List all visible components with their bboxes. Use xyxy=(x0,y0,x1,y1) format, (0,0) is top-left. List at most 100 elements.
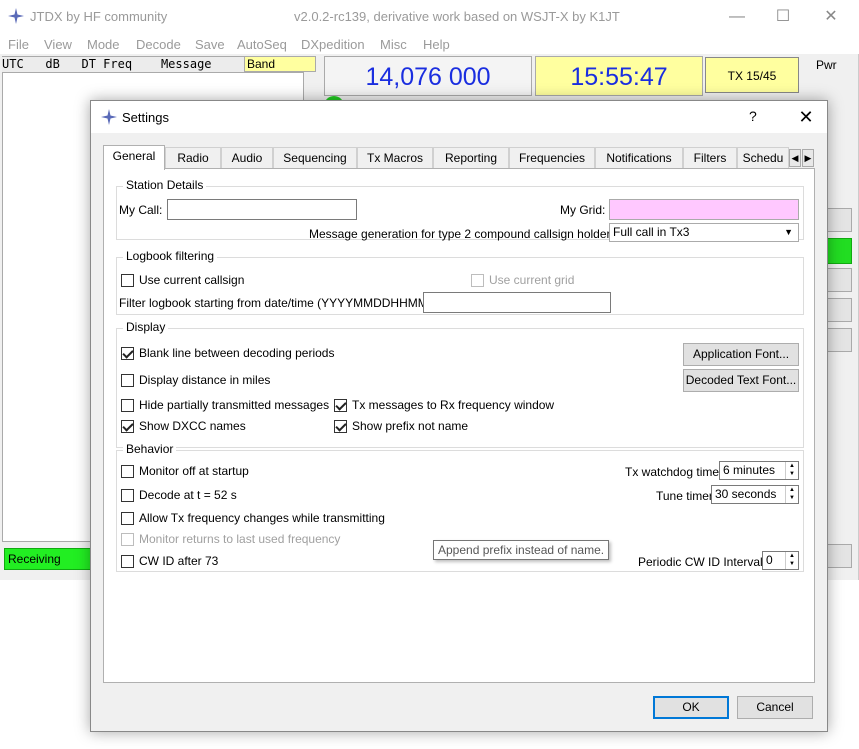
application-font-button[interactable]: Application Font... xyxy=(683,343,799,366)
menu-bar: File View Mode Decode Save AutoSeq DXped… xyxy=(0,34,859,54)
side-button[interactable] xyxy=(826,208,852,232)
side-button[interactable] xyxy=(826,544,852,568)
spin-arrows-icon[interactable]: ▲ ▼ xyxy=(785,552,798,569)
decode-column-header: UTC dB DT Freq Message xyxy=(2,56,244,72)
tx-watchdog-label: Tx watchdog timer xyxy=(625,465,724,479)
filter-date-field[interactable] xyxy=(423,292,611,313)
menu-dxpedition[interactable]: DXpedition xyxy=(301,37,365,52)
filter-logbook-label: Filter logbook starting from date/time (… xyxy=(119,296,448,310)
allow-tx-freq-label: Allow Tx frequency changes while transmi… xyxy=(139,511,385,525)
menu-decode[interactable]: Decode xyxy=(136,37,181,52)
dialog-title: Settings xyxy=(122,110,169,125)
monitor-returns-checkbox[interactable] xyxy=(121,533,134,546)
distance-miles-label: Display distance in miles xyxy=(139,373,271,387)
show-dxcc-checkbox[interactable] xyxy=(121,420,134,433)
hide-partial-checkbox[interactable] xyxy=(121,399,134,412)
band-activity-label: Band Activity xyxy=(244,56,316,85)
minimize-icon[interactable]: — xyxy=(714,4,760,30)
cw-id-after-checkbox[interactable] xyxy=(121,555,134,568)
use-current-callsign-checkbox[interactable] xyxy=(121,274,134,287)
decode-at-label: Decode at t = 52 s xyxy=(139,488,237,502)
show-prefix-label: Show prefix not name xyxy=(352,419,469,433)
ok-button[interactable]: OK xyxy=(653,696,729,719)
tab-scroll-left-icon[interactable]: ◀ xyxy=(789,149,801,167)
menu-autoseq[interactable]: AutoSeq xyxy=(237,37,287,52)
tx-messages-label: Tx messages to Rx frequency window xyxy=(352,398,555,412)
chevron-down-icon: ▼ xyxy=(784,227,793,237)
use-current-grid-checkbox[interactable] xyxy=(471,274,484,287)
main-title-bar: JTDX by HF community v2.0.2-rc139, deriv… xyxy=(0,0,859,34)
my-call-field[interactable] xyxy=(167,199,357,220)
group-title: Display xyxy=(123,320,169,334)
tx-period-button[interactable]: TX 15/45 xyxy=(705,57,799,93)
tab-radio[interactable]: Radio xyxy=(165,147,221,169)
menu-misc[interactable]: Misc xyxy=(380,37,407,52)
station-details-group: Station Details My Call: My Grid: Messag… xyxy=(116,178,804,242)
app-icon xyxy=(101,109,117,125)
main-window-title: JTDX by HF community xyxy=(30,9,168,24)
maximize-icon[interactable]: ☐ xyxy=(760,4,806,30)
menu-view[interactable]: View xyxy=(44,37,72,52)
tx-watchdog-spinbox[interactable]: 6 minutes ▲ ▼ xyxy=(719,461,799,480)
group-title: Logbook filtering xyxy=(123,249,218,263)
menu-save[interactable]: Save xyxy=(195,37,225,52)
cw-interval-label: Periodic CW ID Interval: xyxy=(638,555,767,569)
my-grid-field[interactable] xyxy=(609,199,799,220)
cw-interval-spinbox[interactable]: 0 ▲ ▼ xyxy=(762,551,799,570)
use-current-callsign-label: Use current callsign xyxy=(139,273,245,287)
tab-frequencies[interactable]: Frequencies xyxy=(509,147,595,169)
display-group: Display Blank line between decoding peri… xyxy=(116,320,804,448)
tx-messages-checkbox[interactable] xyxy=(334,399,347,412)
distance-miles-checkbox[interactable] xyxy=(121,374,134,387)
monitor-returns-label: Monitor returns to last used frequency xyxy=(139,532,341,546)
tab-audio[interactable]: Audio xyxy=(221,147,273,169)
spin-arrows-icon[interactable]: ▲ ▼ xyxy=(785,486,798,503)
my-call-label: My Call: xyxy=(119,203,163,217)
monitor-off-checkbox[interactable] xyxy=(121,465,134,478)
tab-notifications[interactable]: Notifications xyxy=(595,147,683,169)
blank-line-checkbox[interactable] xyxy=(121,347,134,360)
tab-sequencing[interactable]: Sequencing xyxy=(273,147,357,169)
show-dxcc-label: Show DXCC names xyxy=(139,419,246,433)
menu-help[interactable]: Help xyxy=(423,37,450,52)
message-generation-select[interactable]: Full call in Tx3 ▼ xyxy=(609,223,799,242)
tab-tx-macros[interactable]: Tx Macros xyxy=(357,147,433,169)
side-button[interactable] xyxy=(826,328,852,352)
tooltip: Append prefix instead of name. xyxy=(433,540,610,560)
tune-timer-spinbox[interactable]: 30 seconds ▲ ▼ xyxy=(711,485,799,504)
tab-general[interactable]: General xyxy=(103,145,165,170)
menu-mode[interactable]: Mode xyxy=(87,37,120,52)
decode-at-checkbox[interactable] xyxy=(121,489,134,502)
group-title: Behavior xyxy=(123,442,177,456)
close-icon[interactable]: ✕ xyxy=(808,4,854,30)
cw-interval-value: 0 xyxy=(766,553,773,567)
help-icon[interactable]: ? xyxy=(749,108,757,124)
tab-bar: General Radio Audio Sequencing Tx Macros… xyxy=(103,145,815,170)
decoded-text-font-button[interactable]: Decoded Text Font... xyxy=(683,369,799,392)
side-button[interactable] xyxy=(826,298,852,322)
tab-filters[interactable]: Filters xyxy=(683,147,737,169)
hide-partial-label: Hide partially transmitted messages xyxy=(139,398,330,412)
tx-watchdog-value: 6 minutes xyxy=(723,463,776,477)
my-grid-label: My Grid: xyxy=(560,203,606,217)
dialog-title-bar: Settings ? ✕ xyxy=(91,101,827,133)
cancel-button[interactable]: Cancel xyxy=(737,696,813,719)
settings-dialog: Settings ? ✕ General Radio Audio Sequenc… xyxy=(90,100,828,732)
time-display: 15:55:47 xyxy=(535,56,703,96)
tune-timer-label: Tune timer xyxy=(656,489,713,503)
side-button[interactable] xyxy=(826,268,852,292)
tab-scheduler[interactable]: Schedu xyxy=(737,147,789,169)
show-prefix-checkbox[interactable] xyxy=(334,420,347,433)
spin-arrows-icon[interactable]: ▲ ▼ xyxy=(785,462,798,479)
allow-tx-freq-checkbox[interactable] xyxy=(121,512,134,525)
monitor-off-label: Monitor off at startup xyxy=(139,464,249,478)
message-generation-label: Message generation for type 2 compound c… xyxy=(309,227,620,241)
group-title: Station Details xyxy=(123,178,207,192)
close-icon[interactable]: ✕ xyxy=(791,105,821,129)
power-label: Pwr xyxy=(816,58,837,72)
cw-id-after-label: CW ID after 73 xyxy=(139,554,219,568)
tab-reporting[interactable]: Reporting xyxy=(433,147,509,169)
menu-file[interactable]: File xyxy=(8,37,29,52)
tab-scroll-right-icon[interactable]: ▶ xyxy=(802,149,814,167)
blank-line-label: Blank line between decoding periods xyxy=(139,346,335,360)
